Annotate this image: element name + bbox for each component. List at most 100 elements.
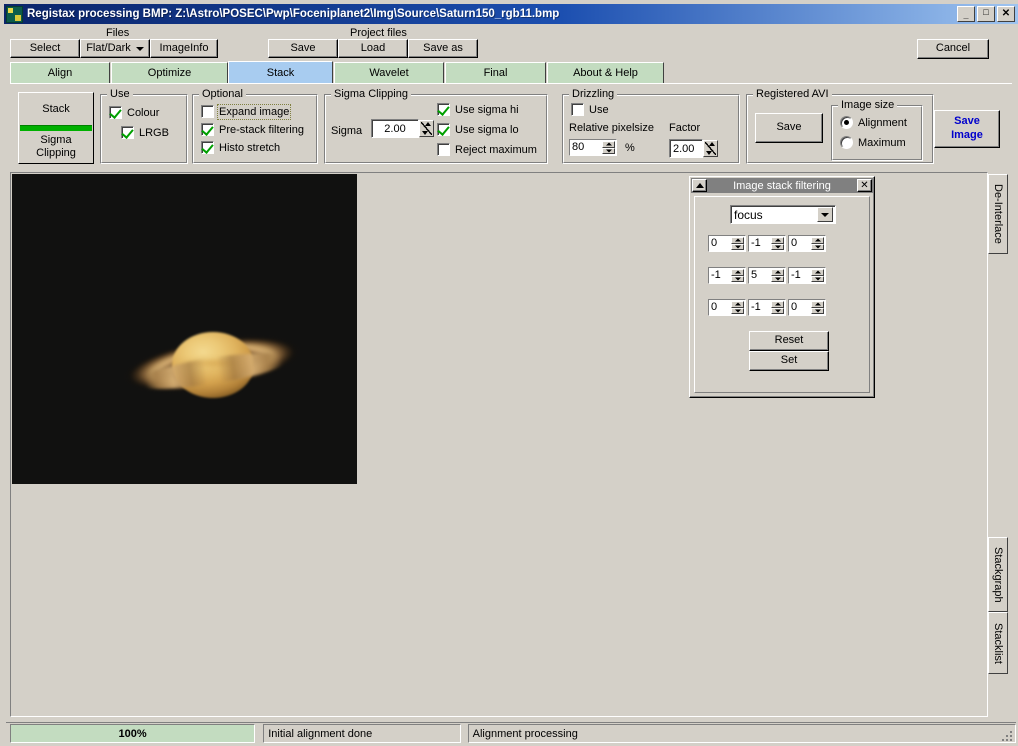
tab-wavelet[interactable]: Wavelet bbox=[334, 62, 444, 83]
tab-about-help[interactable]: About & Help bbox=[547, 62, 664, 83]
matrix-cell-1-0[interactable]: -1 bbox=[708, 267, 746, 284]
lrgb-checkbox[interactable] bbox=[121, 126, 134, 139]
use-sigma-lo-checkbox[interactable] bbox=[437, 123, 450, 136]
matrix-cell-2-1[interactable]: -1 bbox=[748, 299, 786, 316]
reject-maximum-checkbox[interactable] bbox=[437, 143, 450, 156]
matrix-spinner-1-1[interactable] bbox=[771, 269, 784, 282]
sigma-spinner-down-icon[interactable] bbox=[422, 131, 428, 135]
registered-avi-save-button[interactable]: Save bbox=[755, 113, 823, 143]
colour-checkbox[interactable] bbox=[109, 106, 122, 119]
use-group: Use Colour LRGB bbox=[100, 88, 188, 164]
spin-down-icon[interactable] bbox=[811, 307, 824, 314]
spin-down-icon[interactable] bbox=[771, 243, 784, 250]
filter-reset-button[interactable]: Reset bbox=[749, 331, 829, 351]
matrix-value-0-2: 0 bbox=[791, 237, 798, 249]
matrix-cell-0-2[interactable]: 0 bbox=[788, 235, 826, 252]
optional-group: Optional Expand image Pre-stack filterin… bbox=[192, 88, 318, 164]
sigma-spinner[interactable] bbox=[419, 120, 434, 137]
tab-align[interactable]: Align bbox=[10, 62, 110, 83]
drizzle-factor-up-icon[interactable] bbox=[709, 142, 715, 146]
colour-label: Colour bbox=[127, 107, 160, 119]
filter-type-combo[interactable]: focus bbox=[730, 205, 836, 224]
spin-down-icon[interactable] bbox=[731, 307, 744, 314]
spin-down-icon[interactable] bbox=[771, 275, 784, 282]
drizzle-use-checkbox[interactable] bbox=[571, 103, 584, 116]
matrix-spinner-2-2[interactable] bbox=[811, 301, 824, 314]
side-tab-de-interlace-label: De-Interlace bbox=[992, 184, 1004, 244]
files-group-caption: Files bbox=[106, 27, 130, 39]
save-image-line2: Image bbox=[951, 129, 983, 141]
tab-final[interactable]: Final bbox=[445, 62, 546, 83]
relative-pixelsize-field[interactable]: 80 bbox=[569, 139, 617, 156]
sigma-spinner-up-icon[interactable] bbox=[425, 122, 431, 126]
progress-text: 100% bbox=[118, 727, 147, 740]
sigma-value-field[interactable]: 2.00 bbox=[371, 119, 419, 138]
dialog-rollup-button[interactable] bbox=[692, 179, 707, 192]
dialog-close-button[interactable]: ✕ bbox=[857, 179, 872, 192]
matrix-cell-2-2[interactable]: 0 bbox=[788, 299, 826, 316]
triangle-up-icon bbox=[695, 183, 704, 188]
sigma-clipping-group: Sigma Clipping Sigma 2.00 Use sigma hi U… bbox=[324, 88, 548, 164]
matrix-spinner-0-0[interactable] bbox=[731, 237, 744, 250]
matrix-value-2-2: 0 bbox=[791, 301, 798, 313]
minimize-button[interactable]: _ bbox=[957, 6, 975, 22]
relative-pixelsize-down-icon[interactable] bbox=[602, 147, 615, 154]
lrgb-label: LRGB bbox=[139, 127, 169, 139]
histo-stretch-checkbox[interactable] bbox=[201, 141, 214, 154]
drizzle-factor-field[interactable]: 2.00 bbox=[669, 139, 703, 158]
window-title: Registax processing BMP: Z:\Astro\POSEC\… bbox=[27, 8, 560, 20]
matrix-cell-1-2[interactable]: -1 bbox=[788, 267, 826, 284]
matrix-spinner-1-0[interactable] bbox=[731, 269, 744, 282]
project-save-as-button[interactable]: Save as bbox=[408, 39, 478, 58]
image-info-button[interactable]: ImageInfo bbox=[150, 39, 218, 58]
pre-stack-filtering-checkbox[interactable] bbox=[201, 123, 214, 136]
spin-down-icon[interactable] bbox=[731, 243, 744, 250]
image-stack-filtering-dialog[interactable]: Image stack filtering ✕ focus 0 -1 0 -1 … bbox=[689, 176, 875, 398]
select-button[interactable]: Select bbox=[10, 39, 80, 58]
cancel-button[interactable]: Cancel bbox=[917, 39, 989, 59]
matrix-value-1-1: 5 bbox=[751, 269, 758, 281]
sigma-clipping-button[interactable]: Sigma Clipping bbox=[19, 131, 93, 163]
matrix-spinner-2-0[interactable] bbox=[731, 301, 744, 314]
flat-dark-button[interactable]: Flat/Dark bbox=[80, 39, 150, 58]
save-image-button[interactable]: Save Image bbox=[934, 110, 1000, 148]
matrix-spinner-0-2[interactable] bbox=[811, 237, 824, 250]
tab-stack[interactable]: Stack bbox=[228, 61, 333, 83]
matrix-value-2-1: -1 bbox=[751, 301, 761, 313]
matrix-value-2-0: 0 bbox=[711, 301, 718, 313]
matrix-cell-2-0[interactable]: 0 bbox=[708, 299, 746, 316]
image-size-alignment-radio[interactable] bbox=[840, 116, 853, 129]
matrix-spinner-0-1[interactable] bbox=[771, 237, 784, 250]
filter-set-button[interactable]: Set bbox=[749, 351, 829, 371]
side-tab-de-interlace[interactable]: De-Interlace bbox=[988, 174, 1008, 254]
side-tab-stacklist[interactable]: Stacklist bbox=[988, 612, 1008, 674]
stack-button[interactable]: Stack bbox=[19, 93, 93, 125]
expand-image-checkbox[interactable] bbox=[201, 105, 214, 118]
spin-down-icon[interactable] bbox=[731, 275, 744, 282]
matrix-spinner-1-2[interactable] bbox=[811, 269, 824, 282]
resize-grip-icon[interactable] bbox=[998, 727, 1012, 741]
matrix-cell-0-1[interactable]: -1 bbox=[748, 235, 786, 252]
relative-pixelsize-spinner[interactable] bbox=[602, 141, 615, 154]
maximize-button[interactable]: □ bbox=[977, 6, 995, 22]
stacked-image-preview[interactable] bbox=[12, 174, 357, 484]
tab-optimize[interactable]: Optimize bbox=[111, 62, 228, 83]
drizzle-factor-spinner[interactable] bbox=[703, 140, 718, 157]
tab-underline bbox=[10, 83, 1012, 84]
filter-type-dropdown-button[interactable] bbox=[817, 207, 833, 222]
close-button[interactable]: ✕ bbox=[997, 6, 1015, 22]
spin-down-icon[interactable] bbox=[771, 307, 784, 314]
drizzle-factor-down-icon[interactable] bbox=[706, 151, 712, 155]
spin-down-icon[interactable] bbox=[811, 243, 824, 250]
use-sigma-hi-checkbox[interactable] bbox=[437, 103, 450, 116]
matrix-cell-1-1[interactable]: 5 bbox=[748, 267, 786, 284]
spin-down-icon[interactable] bbox=[811, 275, 824, 282]
registered-avi-group: Registered AVI Save Image size Alignment… bbox=[746, 88, 934, 164]
matrix-spinner-2-1[interactable] bbox=[771, 301, 784, 314]
matrix-value-1-0: -1 bbox=[711, 269, 721, 281]
side-tab-stackgraph[interactable]: Stackgraph bbox=[988, 537, 1008, 612]
project-save-button[interactable]: Save bbox=[268, 39, 338, 58]
matrix-cell-0-0[interactable]: 0 bbox=[708, 235, 746, 252]
project-load-button[interactable]: Load bbox=[338, 39, 408, 58]
image-size-maximum-radio[interactable] bbox=[840, 136, 853, 149]
